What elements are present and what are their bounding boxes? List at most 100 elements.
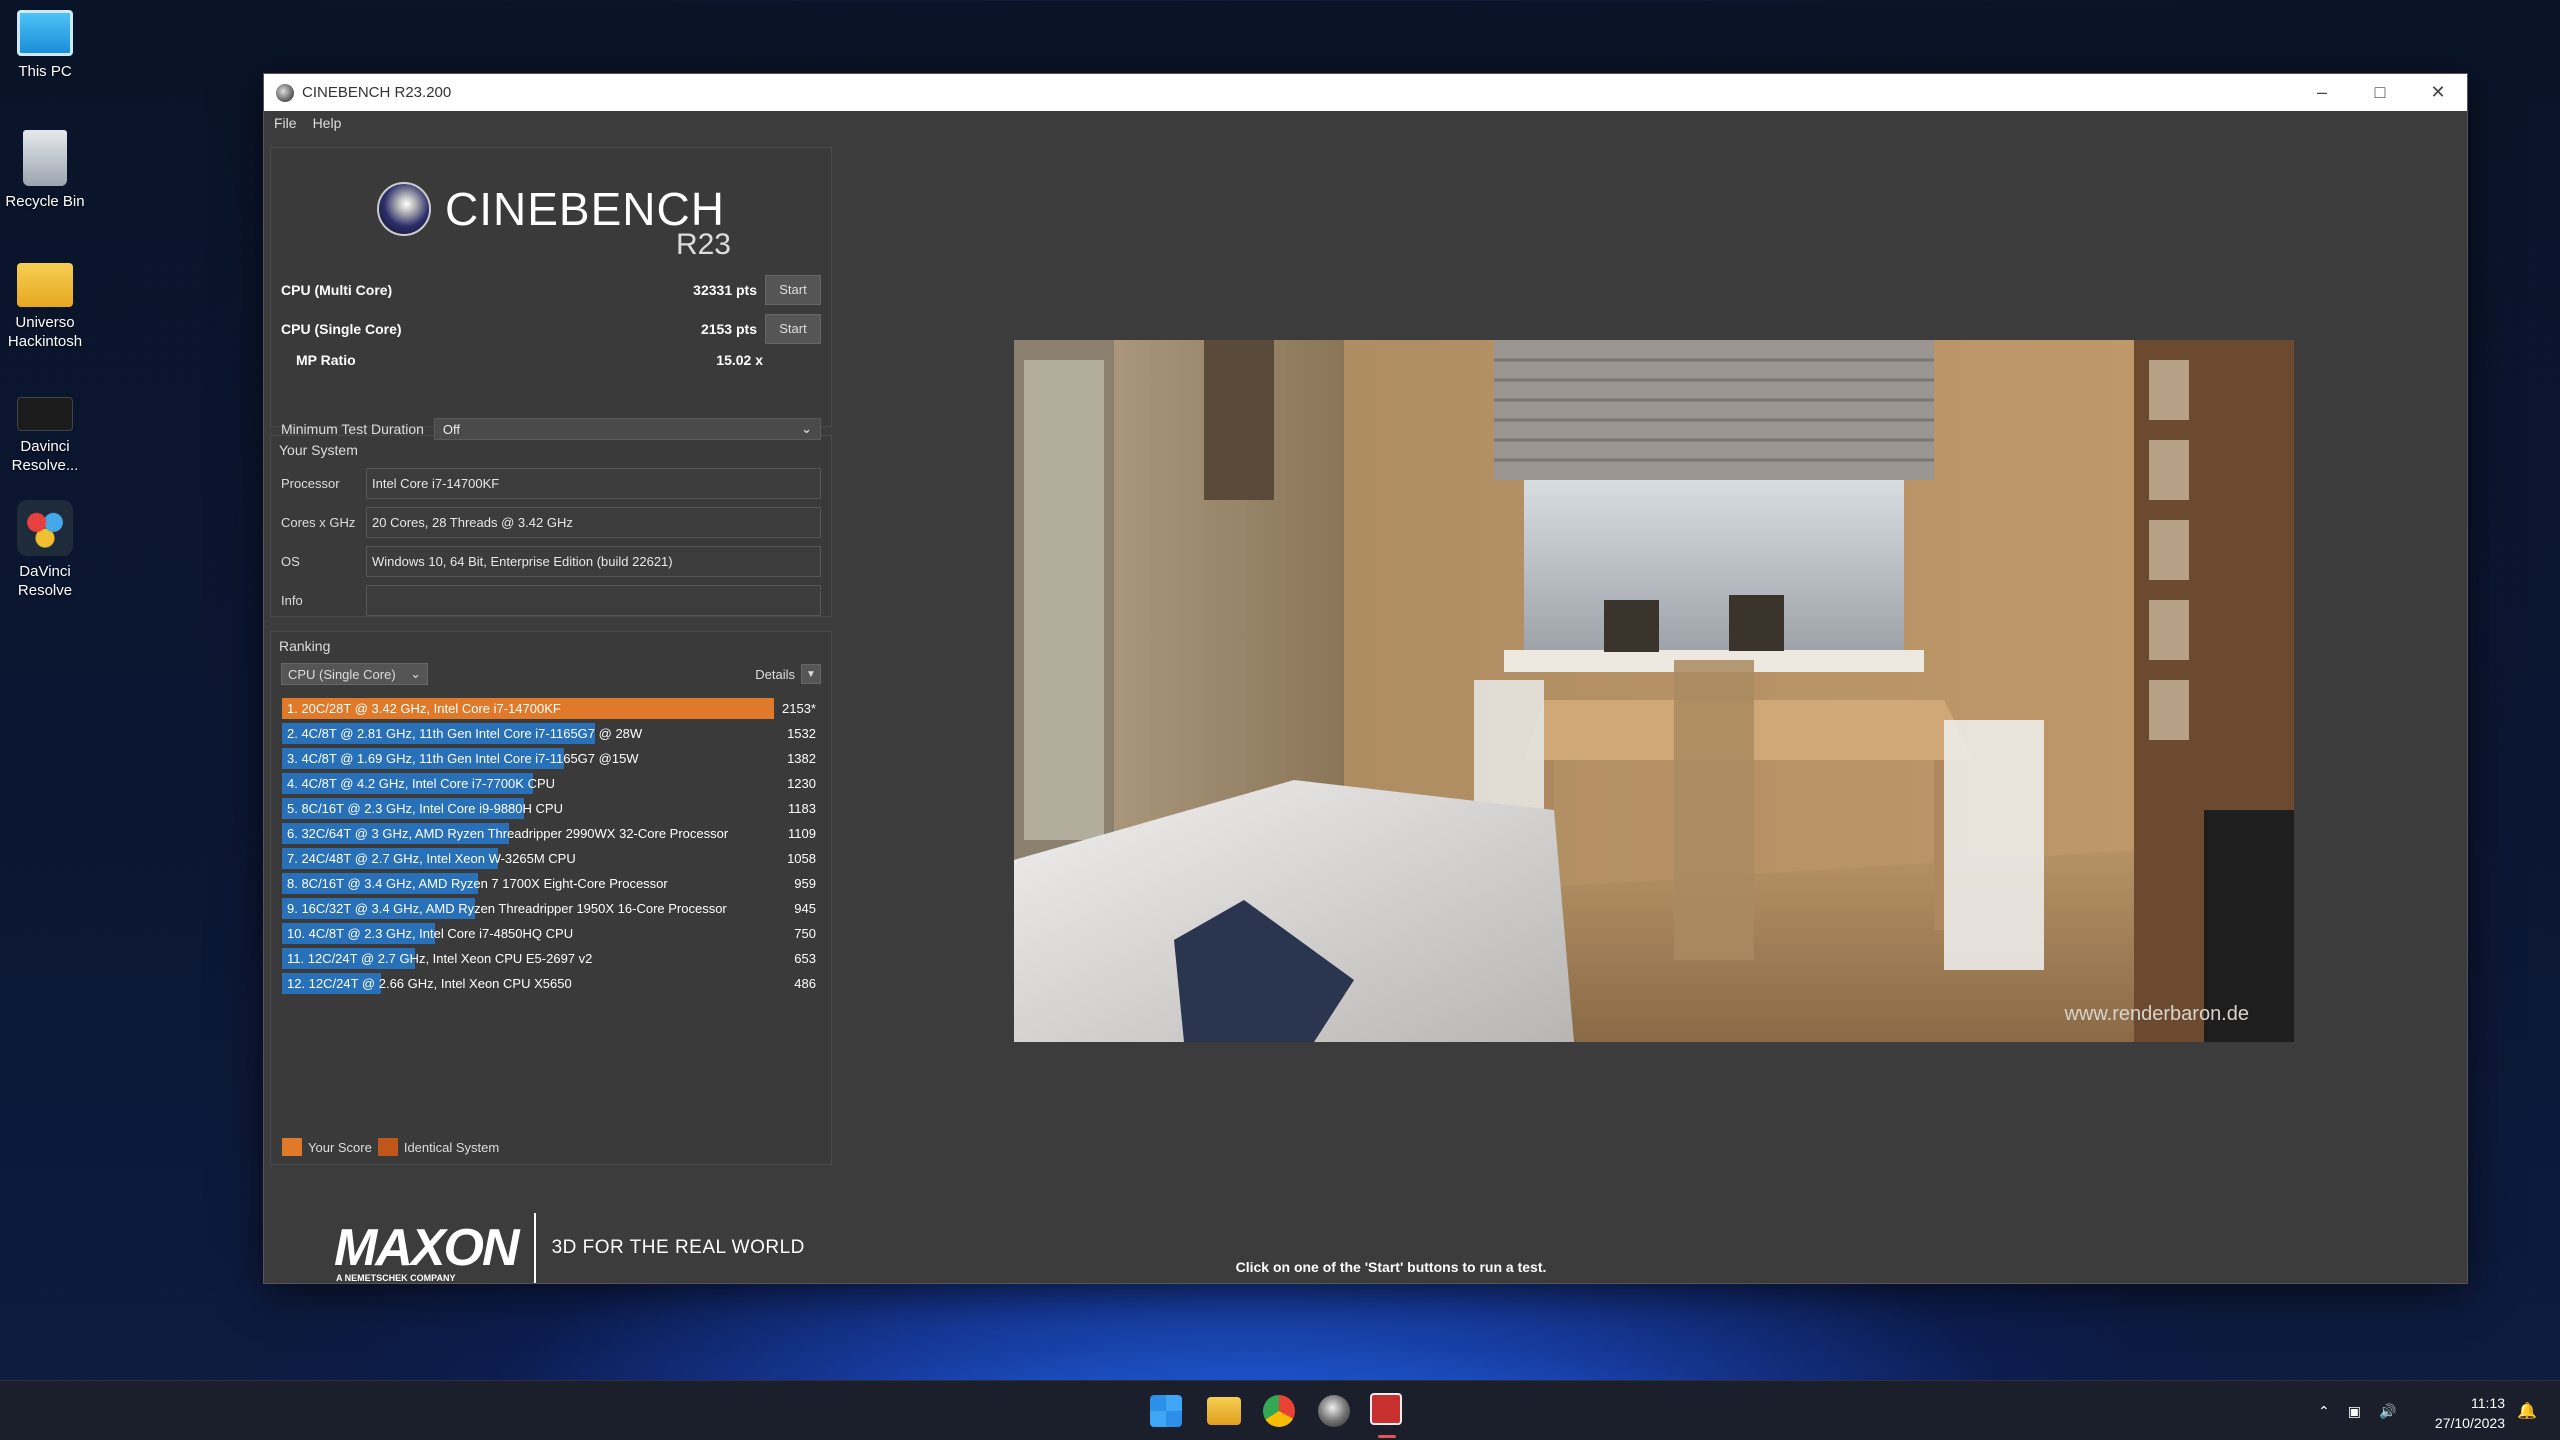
network-icon[interactable]: ▣	[2348, 1403, 2361, 1420]
snipping-tool-icon[interactable]	[1370, 1393, 1402, 1425]
ranking-box: Ranking CPU (Single Core) ⌄ Details ▼ 1.…	[270, 631, 832, 1165]
clock[interactable]: 11:13 27/10/2023	[2435, 1393, 2505, 1433]
maxon-branding: MAXON A NEMETSCHEK COMPANY 3D FOR THE RE…	[270, 1213, 832, 1283]
single-core-start-button[interactable]: Start	[765, 313, 821, 344]
cinebench-taskbar-icon[interactable]	[1318, 1395, 1350, 1427]
ranking-row[interactable]: 2. 4C/8T @ 2.81 GHz, 11th Gen Intel Core…	[282, 721, 820, 746]
ranking-score: 959	[794, 876, 816, 891]
ranking-text: 7. 24C/48T @ 2.7 GHz, Intel Xeon W-3265M…	[287, 851, 576, 866]
info-field[interactable]	[366, 585, 821, 616]
duration-value: Off	[442, 421, 461, 437]
ranking-row[interactable]: 6. 32C/64T @ 3 GHz, AMD Ryzen Threadripp…	[282, 821, 820, 846]
ranking-score: 750	[794, 926, 816, 941]
taskbar: ⌃ ▣ 🔊 11:13 27/10/2023 🔔	[0, 1380, 2560, 1440]
ranking-score: 945	[794, 901, 816, 916]
cinebench-logo: CINEBENCH R23	[271, 148, 831, 270]
ranking-score: 653	[794, 951, 816, 966]
window-title: CINEBENCH R23.200	[302, 84, 452, 101]
render-watermark: www.renderbaron.de	[2063, 1003, 2249, 1025]
video-file-icon	[17, 397, 73, 431]
ranking-score: 2153*	[782, 701, 816, 716]
legend-identical-system: Identical System	[403, 1139, 500, 1155]
mp-ratio-value: 15.02 x	[716, 352, 763, 368]
desktop-icon-this-pc[interactable]: This PC	[0, 10, 90, 81]
desktop-icon-label: DaVinci Resolve	[17, 563, 73, 599]
system-label: Cores x GHz	[281, 515, 356, 530]
menu-file[interactable]: File	[274, 115, 297, 131]
windows-start-icon[interactable]	[1150, 1395, 1182, 1427]
chevron-down-icon: ▼	[801, 664, 821, 684]
menu-help[interactable]: Help	[313, 115, 342, 131]
ranking-text: 11. 12C/24T @ 2.7 GHz, Intel Xeon CPU E5…	[287, 951, 593, 966]
ranking-row[interactable]: 8. 8C/16T @ 3.4 GHz, AMD Ryzen 7 1700X E…	[282, 871, 820, 896]
desktop-icon-davinci-shortcut[interactable]: Davinci Resolve...	[0, 393, 90, 475]
folder-icon	[17, 263, 73, 307]
ranking-row[interactable]: 11. 12C/24T @ 2.7 GHz, Intel Xeon CPU E5…	[282, 946, 820, 971]
ranking-text: 12. 12C/24T @ 2.66 GHz, Intel Xeon CPU X…	[287, 976, 572, 991]
chevron-up-icon[interactable]: ⌃	[2318, 1403, 2330, 1420]
your-system-title: Your System	[279, 442, 358, 458]
ranking-text: 9. 16C/32T @ 3.4 GHz, AMD Ryzen Threadri…	[287, 901, 727, 916]
volume-icon[interactable]: 🔊	[2379, 1403, 2396, 1420]
logo-version: R23	[675, 228, 731, 261]
os-field[interactable]: Windows 10, 64 Bit, Enterprise Edition (…	[366, 546, 821, 577]
duration-label: Minimum Test Duration	[281, 421, 424, 437]
close-button[interactable]: ✕	[2409, 74, 2467, 111]
maxon-logo-text: MAXON	[334, 1219, 520, 1277]
mp-ratio-row: MP Ratio 15.02 x	[271, 348, 831, 372]
details-control[interactable]: Details ▼	[755, 664, 821, 684]
cinebench-window: CINEBENCH R23.200 – □ ✕ File Help CINEBE…	[263, 73, 2468, 1284]
your-system-box: Your System Processor Intel Core i7-1470…	[270, 435, 832, 617]
ranking-text: 3. 4C/8T @ 1.69 GHz, 11th Gen Intel Core…	[287, 751, 639, 766]
cores-field[interactable]: 20 Cores, 28 Threads @ 3.42 GHz	[366, 507, 821, 538]
chevron-down-icon: ⌄	[410, 666, 421, 681]
ranking-row[interactable]: 5. 8C/16T @ 2.3 GHz, Intel Core i9-9880H…	[282, 796, 820, 821]
desktop-icon-davinci-resolve[interactable]: DaVinci Resolve	[0, 500, 90, 600]
notification-bell-icon[interactable]: 🔔	[2517, 1401, 2537, 1421]
ranking-text: 10. 4C/8T @ 2.3 GHz, Intel Core i7-4850H…	[287, 926, 574, 941]
single-core-row: CPU (Single Core) 2153 pts Start	[271, 309, 831, 348]
desktop-icon-recycle-bin[interactable]: Recycle Bin	[0, 130, 90, 211]
ranking-score: 1058	[787, 851, 816, 866]
ranking-score: 486	[794, 976, 816, 991]
ranking-controls: CPU (Single Core) ⌄ Details ▼	[271, 660, 831, 688]
legend-your-score: Your Score	[308, 1139, 372, 1155]
title-bar: CINEBENCH R23.200 – □ ✕	[264, 74, 2467, 111]
davinci-resolve-icon	[17, 500, 73, 556]
ranking-score: 1183	[788, 801, 816, 816]
system-tray: ⌃ ▣ 🔊	[2318, 1381, 2396, 1440]
chrome-icon[interactable]	[1263, 1395, 1295, 1427]
multi-core-start-button[interactable]: Start	[765, 274, 821, 305]
ranking-title: Ranking	[279, 638, 331, 654]
ranking-type-select[interactable]: CPU (Single Core) ⌄	[281, 663, 428, 685]
cinebench-logo-icon	[377, 182, 432, 236]
notification-area: 🔔	[2517, 1381, 2537, 1440]
ranking-row[interactable]: 9. 16C/32T @ 3.4 GHz, AMD Ryzen Threadri…	[282, 896, 820, 921]
ranking-row[interactable]: 1. 20C/28T @ 3.42 GHz, Intel Core i7-147…	[282, 696, 820, 721]
ranking-row[interactable]: 12. 12C/24T @ 2.66 GHz, Intel Xeon CPU X…	[282, 971, 820, 996]
ranking-text: 4. 4C/8T @ 4.2 GHz, Intel Core i7-7700K …	[287, 776, 556, 791]
file-explorer-icon[interactable]	[1207, 1397, 1241, 1425]
room-render-image: www.renderbaron.de	[1014, 340, 2294, 1042]
single-core-score: 2153 pts	[700, 320, 757, 337]
desktop-icon-label: Recycle Bin	[5, 193, 85, 210]
ranking-score: 1382	[787, 751, 816, 766]
system-label: Info	[281, 593, 303, 608]
ranking-row[interactable]: 10. 4C/8T @ 2.3 GHz, Intel Core i7-4850H…	[282, 921, 820, 946]
ranking-text: 8. 8C/16T @ 3.4 GHz, AMD Ryzen 7 1700X E…	[287, 876, 668, 891]
details-label: Details	[755, 666, 795, 682]
maximize-button[interactable]: □	[2351, 74, 2409, 111]
desktop-icon-universo-hackintosh[interactable]: Universo Hackintosh	[0, 255, 90, 351]
system-row-processor: Processor Intel Core i7-14700KF	[271, 464, 831, 503]
minimize-button[interactable]: –	[2293, 74, 2351, 111]
processor-field[interactable]: Intel Core i7-14700KF	[366, 468, 821, 499]
ranking-row[interactable]: 4. 4C/8T @ 4.2 GHz, Intel Core i7-7700K …	[282, 771, 820, 796]
duration-select[interactable]: Off ⌄	[433, 418, 821, 440]
maxon-logo: MAXON A NEMETSCHEK COMPANY	[334, 1219, 520, 1283]
your-score-swatch	[282, 1138, 302, 1156]
ranking-row[interactable]: 7. 24C/48T @ 2.7 GHz, Intel Xeon W-3265M…	[282, 846, 820, 871]
ranking-row[interactable]: 3. 4C/8T @ 1.69 GHz, 11th Gen Intel Core…	[282, 746, 820, 771]
maxon-subtitle: A NEMETSCHEK COMPANY	[336, 1273, 456, 1283]
ranking-text: 2. 4C/8T @ 2.81 GHz, 11th Gen Intel Core…	[287, 726, 643, 741]
left-panel: CINEBENCH R23 CPU (Multi Core) 32331 pts…	[270, 147, 832, 1271]
